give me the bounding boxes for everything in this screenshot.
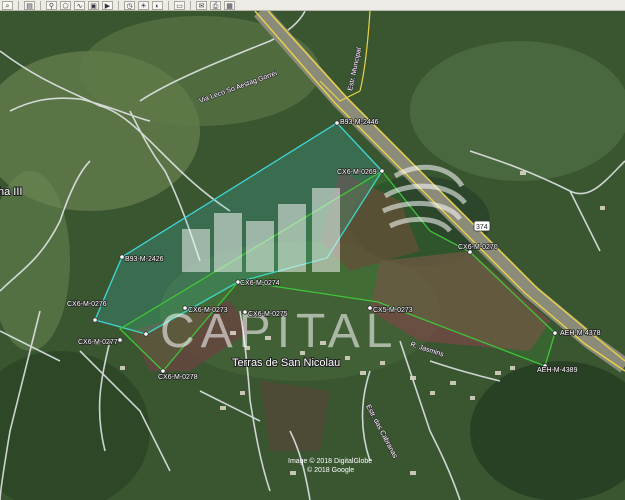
path-icon[interactable]: ∿ — [74, 0, 85, 10]
marker-label: B93-M-2446 — [340, 119, 379, 126]
email-icon[interactable]: ✉ — [196, 0, 207, 10]
place-name: Terras de San Nicolau — [232, 357, 340, 369]
marker-label: AEH-M-4378 — [560, 330, 601, 337]
toolbar: ⌕ ▤ ⚲ ⬠ ∿ ▣ ▶ ◷ ☀ ◐ ▭ ✉ ⎙ ▦ — [0, 0, 625, 11]
marker-label: CX6-M-0277 — [78, 339, 118, 346]
route-shield: 374 — [473, 220, 491, 232]
marker-label: CX6-M-0276 — [67, 301, 107, 308]
toolbar-separator — [40, 0, 41, 10]
ruler-icon[interactable]: ▭ — [174, 0, 185, 10]
toolbar-separator — [118, 0, 119, 10]
marker-label: CX6-M-0273 — [188, 307, 228, 314]
sun-icon[interactable]: ☀ — [138, 0, 149, 10]
toolbar-separator — [168, 0, 169, 10]
marker-label: CX5-M-0273 — [373, 307, 413, 314]
marker-label: CX6-M-0269 — [337, 169, 377, 176]
sidebar-icon[interactable]: ▤ — [24, 0, 35, 10]
place-name-partial: ha III — [0, 186, 22, 198]
map-credit: © 2018 Google — [307, 466, 354, 474]
marker-label: CX6-M-0274 — [240, 280, 280, 287]
history-icon[interactable]: ◷ — [124, 0, 135, 10]
tour-icon[interactable]: ▶ — [102, 0, 113, 10]
print-icon[interactable]: ⎙ — [210, 0, 221, 10]
polygon-icon[interactable]: ⬠ — [60, 0, 71, 10]
search-icon[interactable]: ⌕ — [2, 0, 13, 10]
marker-label: CX6-M-0270 — [458, 244, 498, 251]
toolbar-separator — [18, 0, 19, 10]
placemark-icon[interactable]: ⚲ — [46, 0, 57, 10]
marker-label: AEH-M-4389 — [537, 367, 578, 374]
save-image-icon[interactable]: ▦ — [224, 0, 235, 10]
marker-label: CX6-M-0275 — [248, 311, 288, 318]
imagery-credit: Image © 2018 DigitalGlobe — [288, 457, 372, 465]
route-number: 374 — [476, 224, 488, 231]
planets-icon[interactable]: ◐ — [152, 0, 163, 10]
satellite-map[interactable]: CAPITAL B93-M-2446 CX6-M-0269 B93-M-2426… — [0, 11, 625, 500]
pasture-area — [410, 41, 625, 181]
overlay-icon[interactable]: ▣ — [88, 0, 99, 10]
marker-label: CX6-M-0278 — [158, 374, 198, 381]
toolbar-separator — [190, 0, 191, 10]
marker-label: B93-M-2426 — [125, 256, 164, 263]
